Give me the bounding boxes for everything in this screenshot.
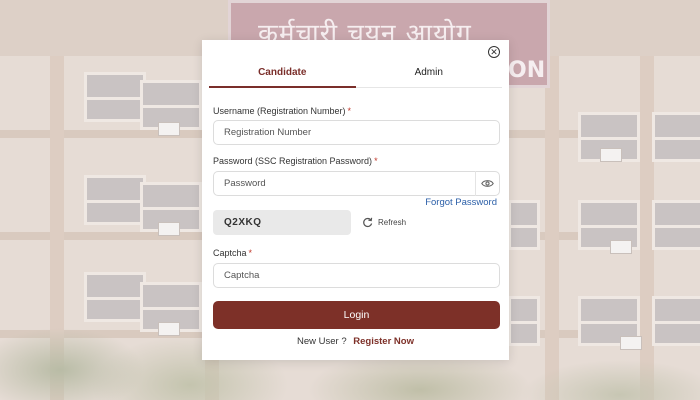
register-prompt: New User ? Register Now <box>202 336 509 347</box>
username-label: Username (Registration Number) * <box>213 106 351 116</box>
captcha-code: Q2XKQ <box>213 210 351 235</box>
username-input[interactable] <box>213 120 500 145</box>
new-user-text: New User ? <box>297 336 347 347</box>
password-input[interactable] <box>213 171 500 196</box>
username-label-text: Username (Registration Number) <box>213 106 346 116</box>
register-now-link[interactable]: Register Now <box>353 336 414 347</box>
close-icon[interactable]: ✕ <box>488 46 500 58</box>
refresh-captcha-button[interactable]: Refresh <box>362 217 406 228</box>
password-required-mark: * <box>374 156 378 166</box>
forgot-password-link[interactable]: Forgot Password <box>425 197 497 208</box>
login-modal: ✕ Candidate Admin Username (Registration… <box>202 40 509 360</box>
eye-icon[interactable] <box>475 171 499 196</box>
refresh-icon <box>363 217 373 228</box>
login-button[interactable]: Login <box>213 301 500 329</box>
password-label: Password (SSC Registration Password) * <box>213 156 378 166</box>
tab-candidate[interactable]: Candidate <box>209 64 356 88</box>
login-tabs: Candidate Admin <box>209 64 502 88</box>
captcha-label: Captcha * <box>213 248 252 258</box>
building-sign-english-text: ON <box>508 58 546 83</box>
captcha-label-text: Captcha <box>213 248 247 258</box>
captcha-required-mark: * <box>248 248 253 258</box>
tab-admin[interactable]: Admin <box>355 64 502 88</box>
password-label-text: Password (SSC Registration Password) <box>213 156 373 166</box>
refresh-label: Refresh <box>378 218 407 227</box>
username-required-mark: * <box>347 106 352 116</box>
captcha-input[interactable] <box>213 263 500 288</box>
